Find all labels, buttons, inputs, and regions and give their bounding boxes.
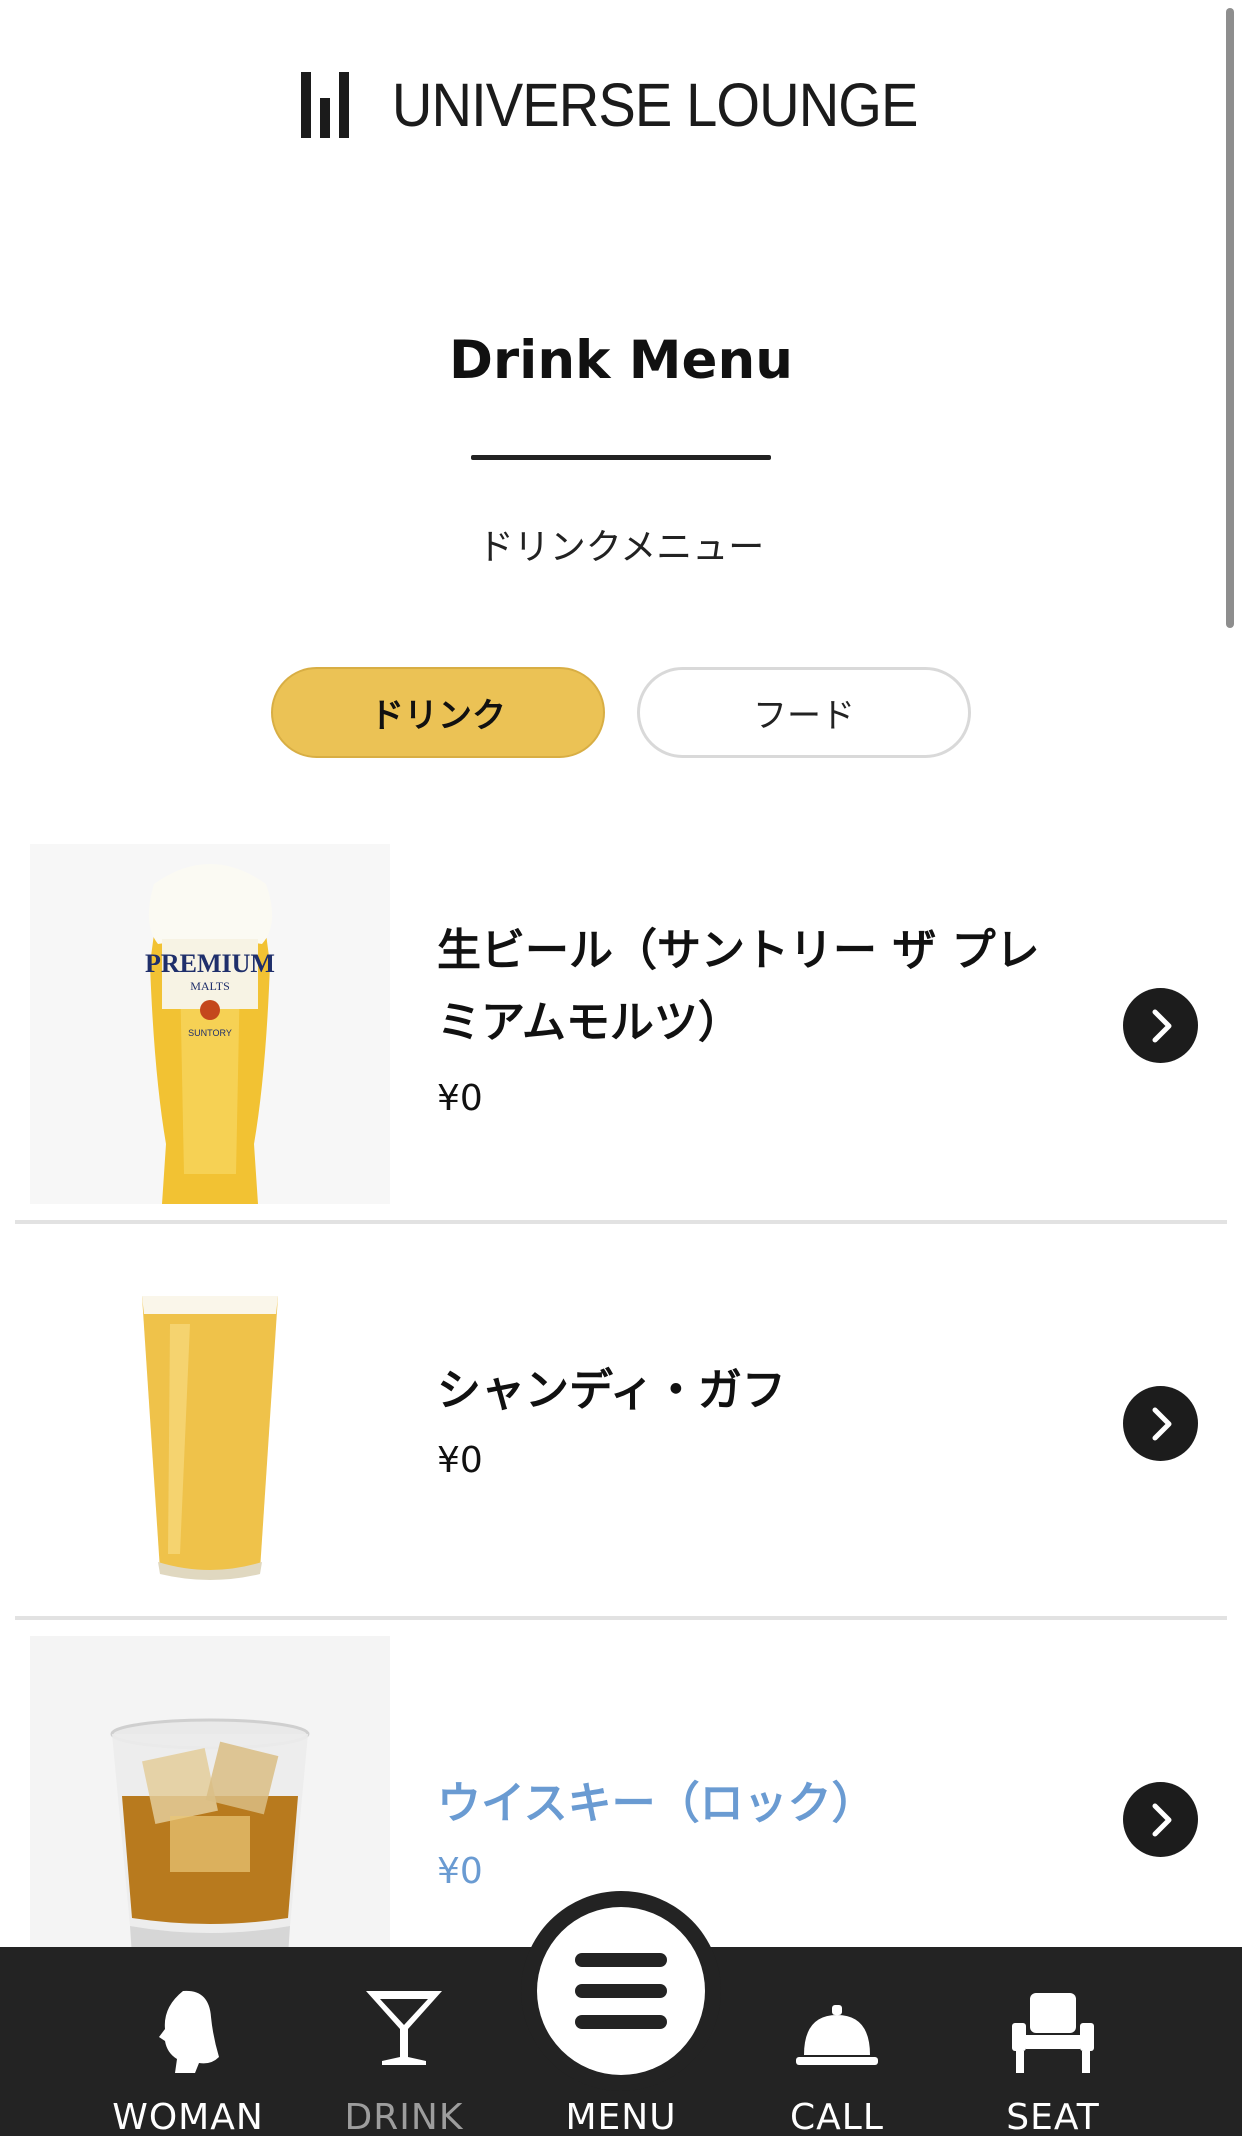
- nav-call[interactable]: CALL: [737, 1947, 937, 2136]
- tab-food[interactable]: フード: [637, 667, 971, 758]
- chevron-right-icon[interactable]: [1123, 988, 1198, 1063]
- item-price: ¥0: [437, 1078, 483, 1119]
- svg-text:MALTS: MALTS: [190, 979, 230, 993]
- shandy-gaff-image: [30, 1244, 390, 1604]
- tab-drink[interactable]: ドリンク: [271, 667, 605, 758]
- chair-icon: [1012, 1993, 1094, 2077]
- list-item[interactable]: シャンディ・ガフ ¥0: [15, 1240, 1227, 1630]
- nav-label: DRINK: [344, 2097, 464, 2136]
- nav-seat[interactable]: SEAT: [953, 1947, 1153, 2136]
- nav-drink[interactable]: DRINK: [304, 1947, 504, 2136]
- title-underline: [471, 455, 771, 460]
- beer-glass-image: PREMIUM MALTS SUNTORY: [30, 844, 390, 1204]
- brand-logo: UNIVERSE LOUNGE: [0, 72, 1242, 138]
- item-divider: [15, 1220, 1227, 1224]
- nav-label: SEAT: [1006, 2097, 1100, 2136]
- chevron-right-icon[interactable]: [1123, 1782, 1198, 1857]
- menu-button[interactable]: [537, 1907, 705, 2075]
- nav-label: CALL: [790, 2097, 884, 2136]
- logo-text: UNIVERSE LOUNGE: [392, 70, 919, 139]
- cocktail-glass-icon: [364, 1987, 444, 2071]
- nav-label: MENU: [565, 2097, 677, 2136]
- svg-text:PREMIUM: PREMIUM: [145, 949, 275, 978]
- whisky-rock-image: [30, 1636, 390, 1996]
- page-title: Drink Menu: [449, 330, 793, 391]
- service-bell-icon: [796, 2005, 878, 2073]
- chevron-right-icon[interactable]: [1123, 1386, 1198, 1461]
- svg-text:SUNTORY: SUNTORY: [188, 1028, 232, 1038]
- item-name[interactable]: ウイスキー（ロック）: [437, 1768, 1077, 1840]
- item-name: シャンディ・ガフ: [437, 1365, 786, 1416]
- item-price: ¥0: [437, 1851, 483, 1892]
- nav-woman[interactable]: WOMAN: [88, 1947, 288, 2136]
- nav-label: WOMAN: [112, 2097, 264, 2136]
- drink-menu-page: UNIVERSE LOUNGE Drink Menu ドリンクメニュー ドリンク…: [0, 0, 1242, 2136]
- logo-bars-icon: [301, 72, 350, 138]
- item-name: 生ビール（サントリー ザ プレミアムモルツ）: [437, 925, 1040, 1048]
- page-subtitle: ドリンクメニュー: [477, 527, 765, 568]
- item-divider: [15, 1616, 1227, 1620]
- hamburger-menu-icon: [575, 1953, 667, 2029]
- woman-icon: [153, 1987, 223, 2077]
- list-item[interactable]: PREMIUM MALTS SUNTORY 生ビール（サントリー ザ プレミアム…: [15, 840, 1227, 1230]
- item-price: ¥0: [437, 1440, 483, 1481]
